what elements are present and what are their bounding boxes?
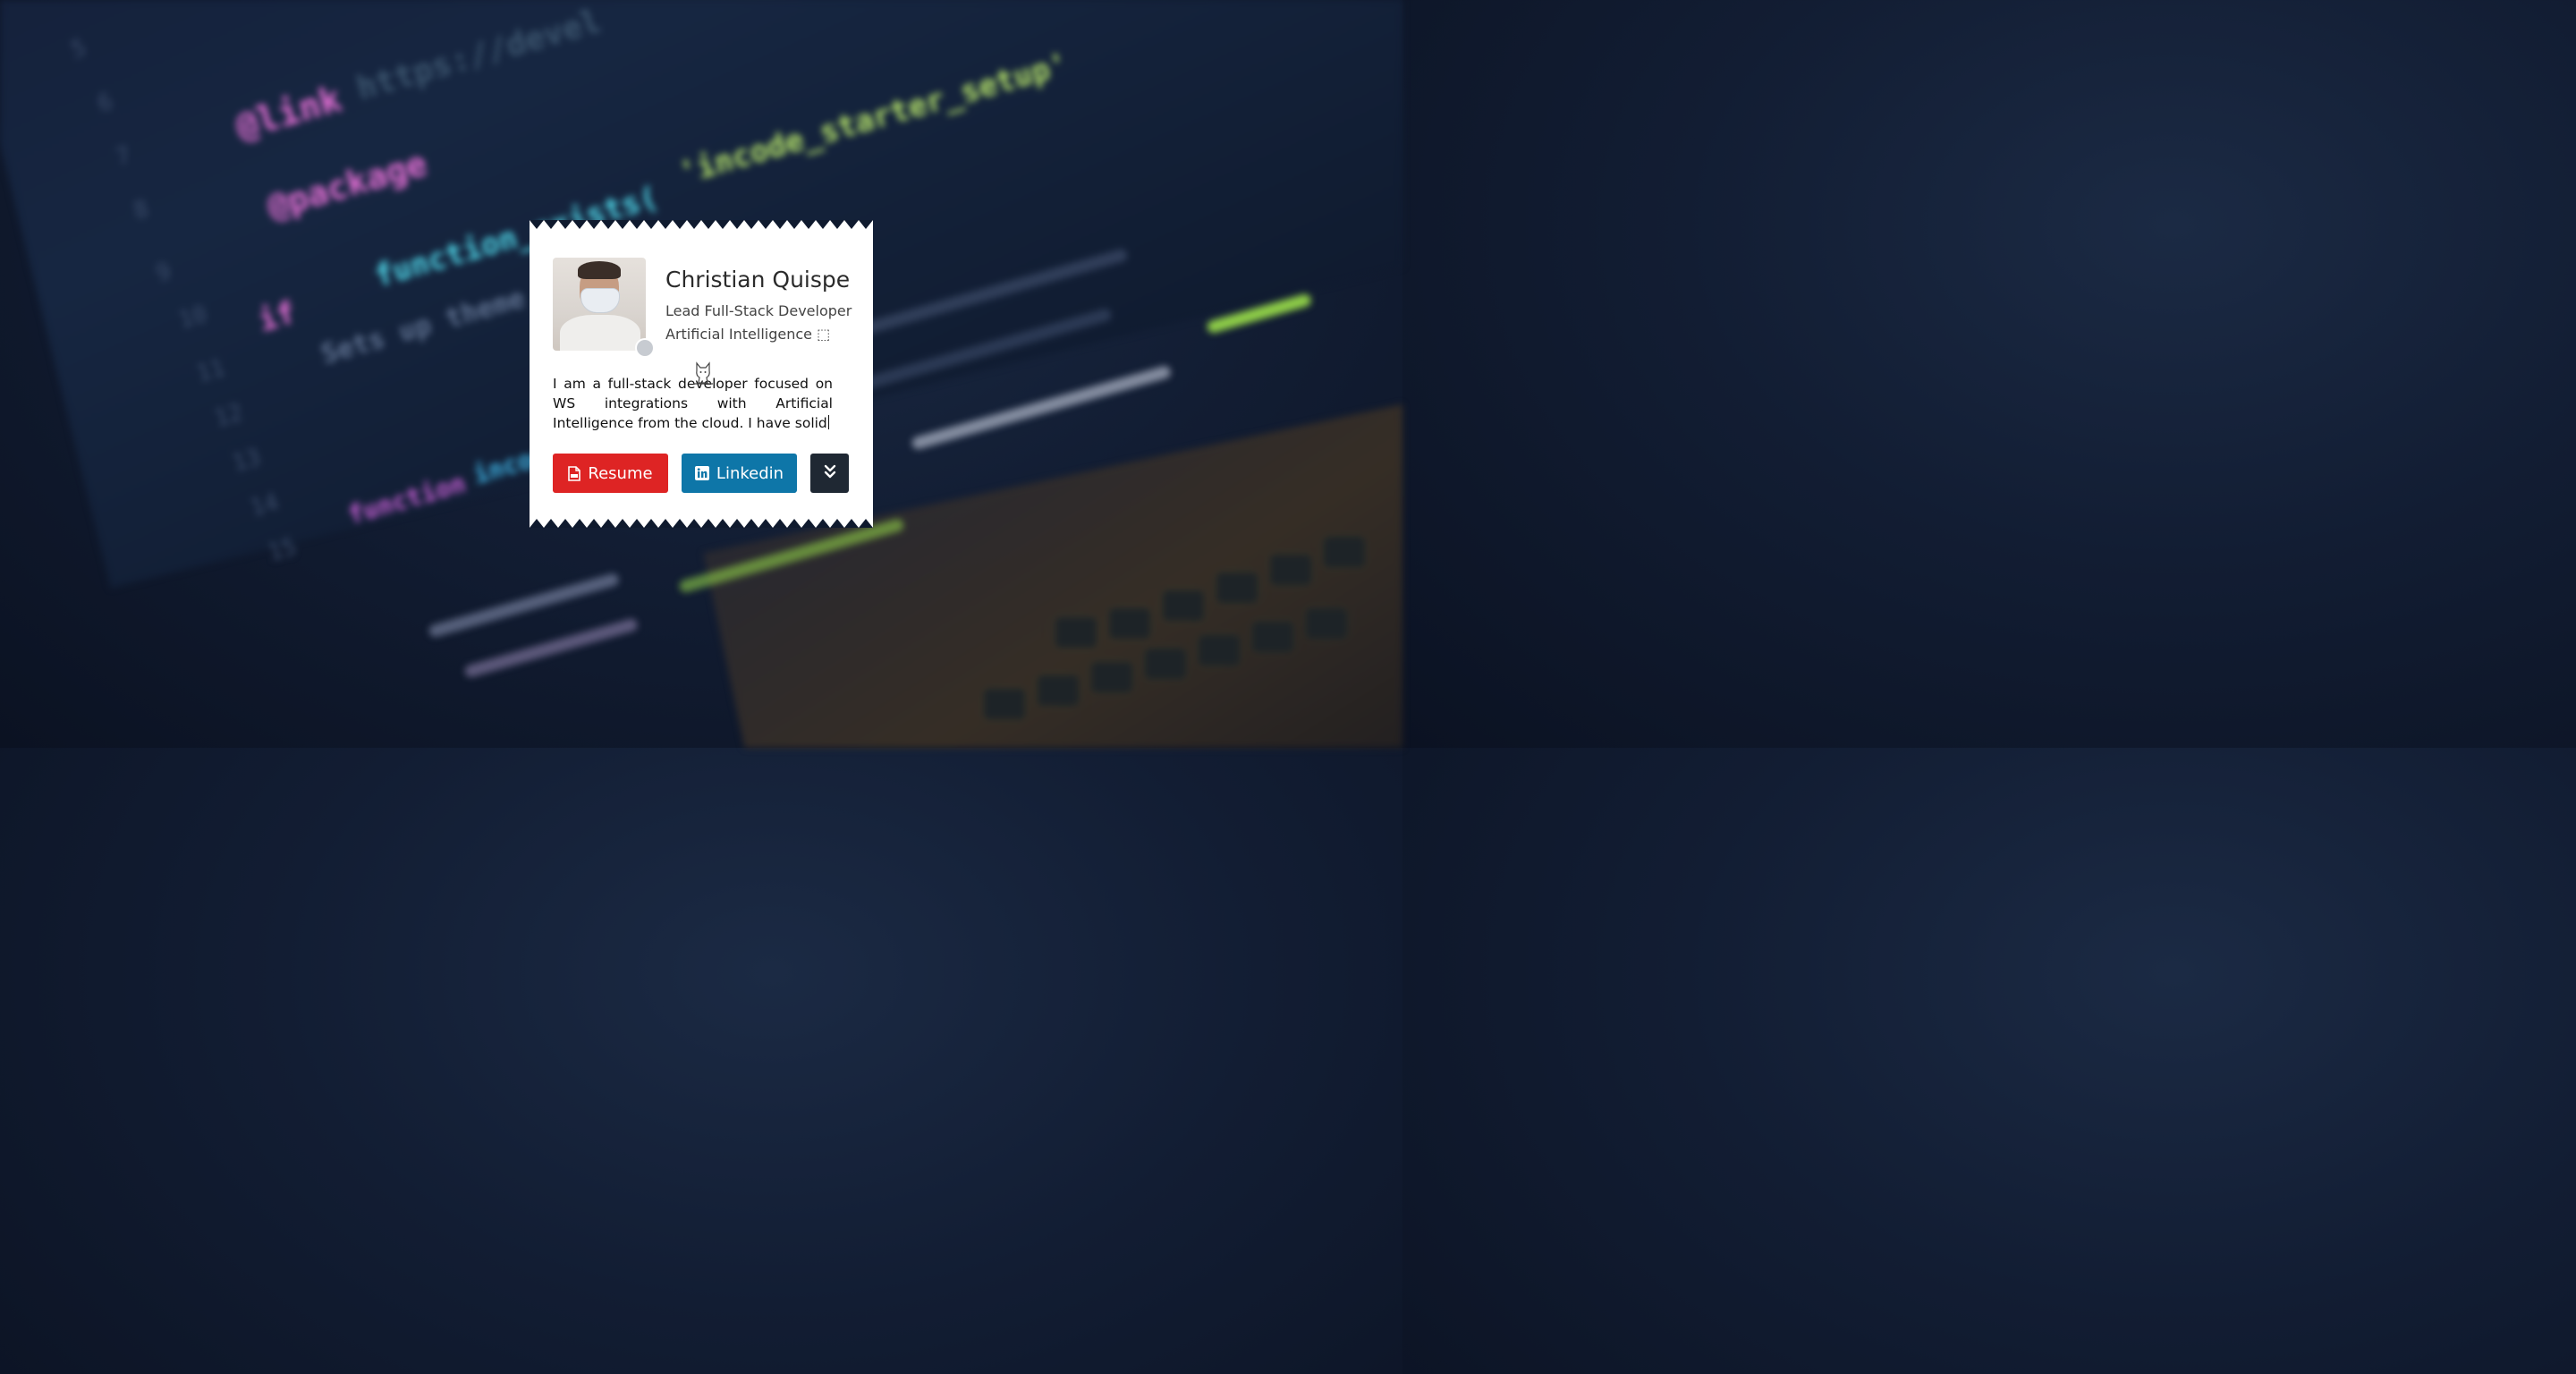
double-chevron-down-icon (824, 464, 836, 483)
linkedin-button[interactable]: Linkedin (682, 454, 797, 493)
profile-role-line2: Artificial Intelligence ⬚ (665, 326, 831, 343)
file-pdf-icon (568, 465, 581, 481)
typing-caret (827, 415, 830, 429)
profile-name: Christian Quispe (665, 267, 851, 293)
profile-photo (553, 258, 646, 351)
resume-button-label: Resume (588, 463, 653, 483)
card-zigzag-top-edge (530, 220, 873, 229)
avatar (553, 258, 655, 358)
cat-icon (693, 361, 713, 389)
linkedin-icon (694, 466, 709, 480)
expand-more-button[interactable] (810, 454, 849, 493)
status-indicator (635, 338, 655, 358)
linkedin-button-label: Linkedin (716, 463, 784, 483)
resume-button[interactable]: Resume (553, 454, 668, 493)
profile-role-line1: Lead Full-Stack Developer (665, 302, 852, 319)
profile-card: Christian Quispe Lead Full-Stack Develop… (530, 220, 873, 528)
card-zigzag-bottom-edge (530, 519, 873, 528)
